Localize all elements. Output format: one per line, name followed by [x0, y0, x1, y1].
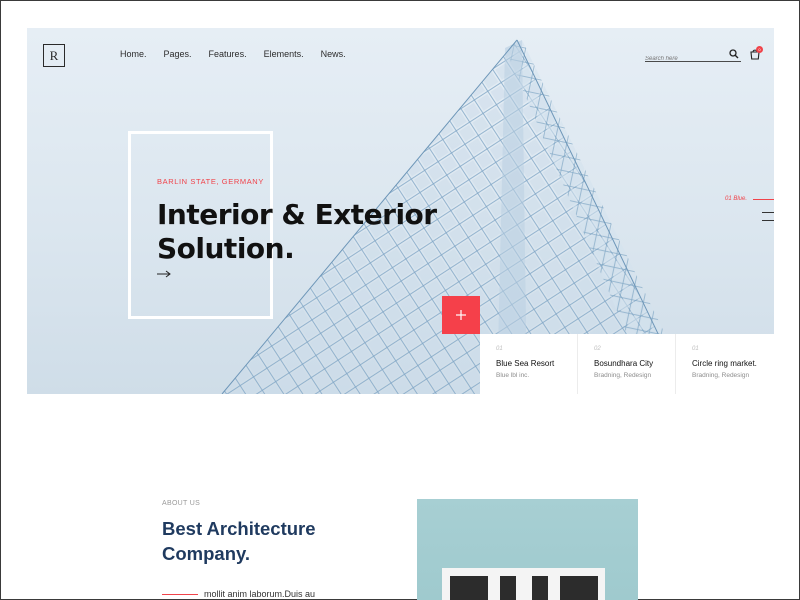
- project-card[interactable]: 02 Bosundhara City Bradning, Redesign: [578, 334, 676, 394]
- nav-news[interactable]: News.: [321, 49, 346, 59]
- nav-pages[interactable]: Pages.: [164, 49, 192, 59]
- project-card[interactable]: 01 Circle ring market. Bradning, Redesig…: [676, 334, 774, 394]
- logo[interactable]: R: [43, 44, 65, 67]
- plus-button[interactable]: [442, 296, 480, 334]
- search-box: [645, 47, 741, 65]
- about-label: ABOUT US: [162, 500, 201, 507]
- arrow-right-icon[interactable]: [157, 270, 171, 278]
- slide-dash[interactable]: [762, 212, 774, 213]
- hero-section: R Home. Pages. Features. Elements. News.…: [27, 28, 774, 394]
- nav-elements[interactable]: Elements.: [264, 49, 304, 59]
- project-list: 01 Blue Sea Resort Blue lbl inc. 02 Bosu…: [480, 334, 774, 394]
- main-nav: Home. Pages. Features. Elements. News.: [120, 49, 363, 59]
- hero-location: BARLIN STATE, GERMANY: [157, 177, 264, 186]
- about-building: [442, 568, 605, 600]
- slide-dash[interactable]: [762, 220, 774, 221]
- project-tags: Bradning, Redesign: [692, 372, 750, 379]
- project-title: Blue Sea Resort: [496, 359, 555, 368]
- project-card[interactable]: 01 Blue Sea Resort Blue lbl inc.: [480, 334, 578, 394]
- nav-home[interactable]: Home.: [120, 49, 147, 59]
- hero-title: Interior & Exterior Solution.: [157, 198, 437, 265]
- about-title: Best Architecture Company.: [162, 518, 316, 564]
- project-number: 01: [496, 346, 503, 352]
- about-image: [417, 499, 638, 600]
- search-input[interactable]: [645, 53, 725, 65]
- project-number: 02: [594, 346, 601, 352]
- about-text: mollit anim laborum.Duis au: [204, 589, 316, 599]
- project-number: 01: [692, 346, 699, 352]
- slide-indicator: 01 Blue.: [725, 196, 748, 202]
- nav-features[interactable]: Features.: [209, 49, 247, 59]
- search-icon[interactable]: [729, 49, 739, 59]
- project-title: Bosundhara City: [594, 359, 654, 368]
- project-title: Circle ring market.: [692, 359, 757, 368]
- plus-icon: [456, 310, 466, 320]
- cart-badge: 0: [756, 46, 763, 53]
- slide-indicator-line: [753, 199, 774, 200]
- project-tags: Blue lbl inc.: [496, 372, 530, 379]
- about-divider: [162, 594, 198, 595]
- project-tags: Bradning, Redesign: [594, 372, 652, 379]
- logo-letter: R: [49, 47, 59, 63]
